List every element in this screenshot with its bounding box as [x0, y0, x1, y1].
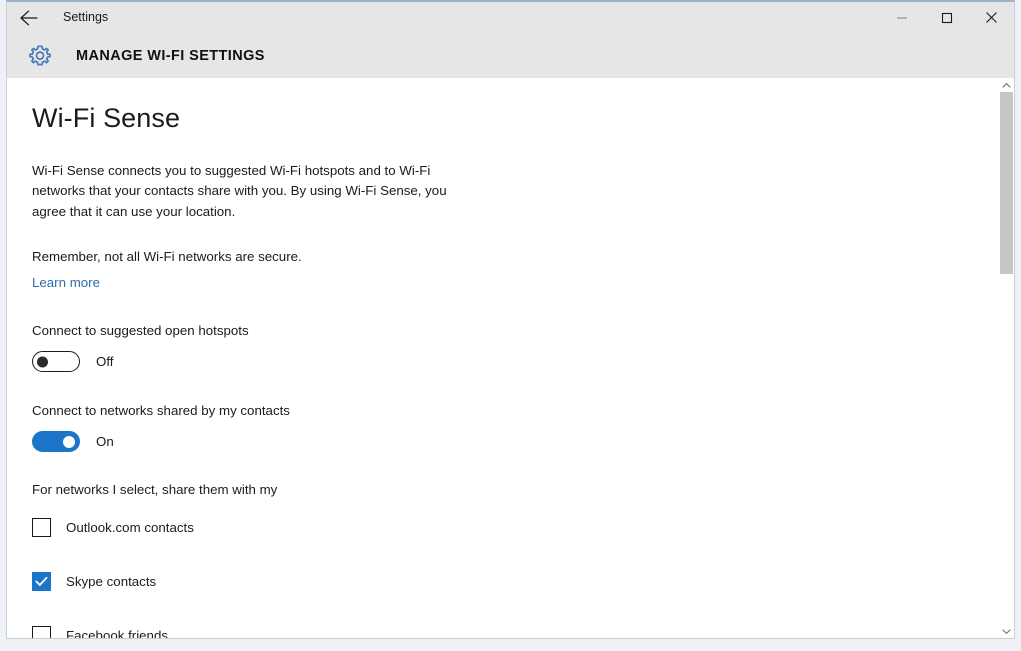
- page-header-title: MANAGE WI-FI SETTINGS: [76, 47, 265, 64]
- setting-label-shared-networks: Connect to networks shared by my contact…: [32, 403, 290, 419]
- checkbox-skype[interactable]: [32, 572, 51, 592]
- scroll-down-button[interactable]: [1000, 624, 1013, 638]
- vertical-scrollbar[interactable]: [1000, 78, 1013, 638]
- chevron-down-icon: [1002, 622, 1011, 640]
- checkbox-label-skype: Skype contacts: [66, 574, 157, 590]
- title-bar: Settings: [7, 2, 1014, 33]
- window-title: Settings: [63, 10, 109, 24]
- page-title: Wi-Fi Sense: [32, 103, 181, 133]
- maximize-icon: [941, 12, 953, 24]
- scrollbar-track[interactable]: [1000, 92, 1013, 624]
- toggle-state-shared-networks: On: [96, 434, 114, 450]
- gear-icon: [24, 40, 56, 72]
- toggle-state-open-hotspots: Off: [96, 354, 114, 370]
- minimize-button[interactable]: [879, 2, 924, 33]
- toggle-row-open-hotspots: Off: [32, 351, 1000, 373]
- toggle-knob: [63, 435, 75, 448]
- back-button[interactable]: [7, 2, 51, 33]
- close-icon: [985, 11, 998, 24]
- setting-label-open-hotspots: Connect to suggested open hotspots: [32, 323, 249, 339]
- close-button[interactable]: [969, 2, 1014, 33]
- scrollbar-thumb[interactable]: [1000, 92, 1013, 274]
- toggle-knob: [37, 356, 48, 368]
- content-inner: Wi-Fi Sense Wi-Fi Sense connects you to …: [8, 78, 1000, 638]
- checkbox-label-outlook: Outlook.com contacts: [66, 520, 194, 536]
- back-arrow-icon: [19, 10, 39, 26]
- checkbox-outlook[interactable]: [32, 518, 51, 538]
- learn-more-link[interactable]: Learn more: [32, 275, 100, 290]
- page-header: MANAGE WI-FI SETTINGS: [7, 33, 1014, 78]
- checkbox-row-facebook[interactable]: Facebook friends: [32, 626, 1000, 638]
- settings-window: Settings MANAGE WI-FI SETTINGS Wi-Fi Sen…: [0, 0, 1021, 651]
- share-section-label: For networks I select, share them with m…: [32, 482, 278, 498]
- caption-button-group: [879, 2, 1014, 33]
- toggle-open-hotspots[interactable]: [32, 351, 80, 373]
- maximize-button[interactable]: [924, 2, 969, 33]
- content-area: Wi-Fi Sense Wi-Fi Sense connects you to …: [8, 78, 1000, 638]
- checkbox-row-outlook[interactable]: Outlook.com contacts: [32, 518, 1000, 538]
- checkbox-row-skype[interactable]: Skype contacts: [32, 572, 1000, 592]
- scroll-up-button[interactable]: [1000, 78, 1013, 92]
- security-note-text: Remember, not all Wi-Fi networks are sec…: [32, 249, 302, 265]
- toggle-shared-networks[interactable]: [32, 431, 80, 453]
- description-text: Wi-Fi Sense connects you to suggested Wi…: [32, 162, 447, 219]
- minimize-icon: [896, 12, 908, 24]
- toggle-row-shared-networks: On: [32, 431, 1000, 453]
- checkbox-label-facebook: Facebook friends: [66, 628, 168, 638]
- checkbox-facebook[interactable]: [32, 626, 51, 638]
